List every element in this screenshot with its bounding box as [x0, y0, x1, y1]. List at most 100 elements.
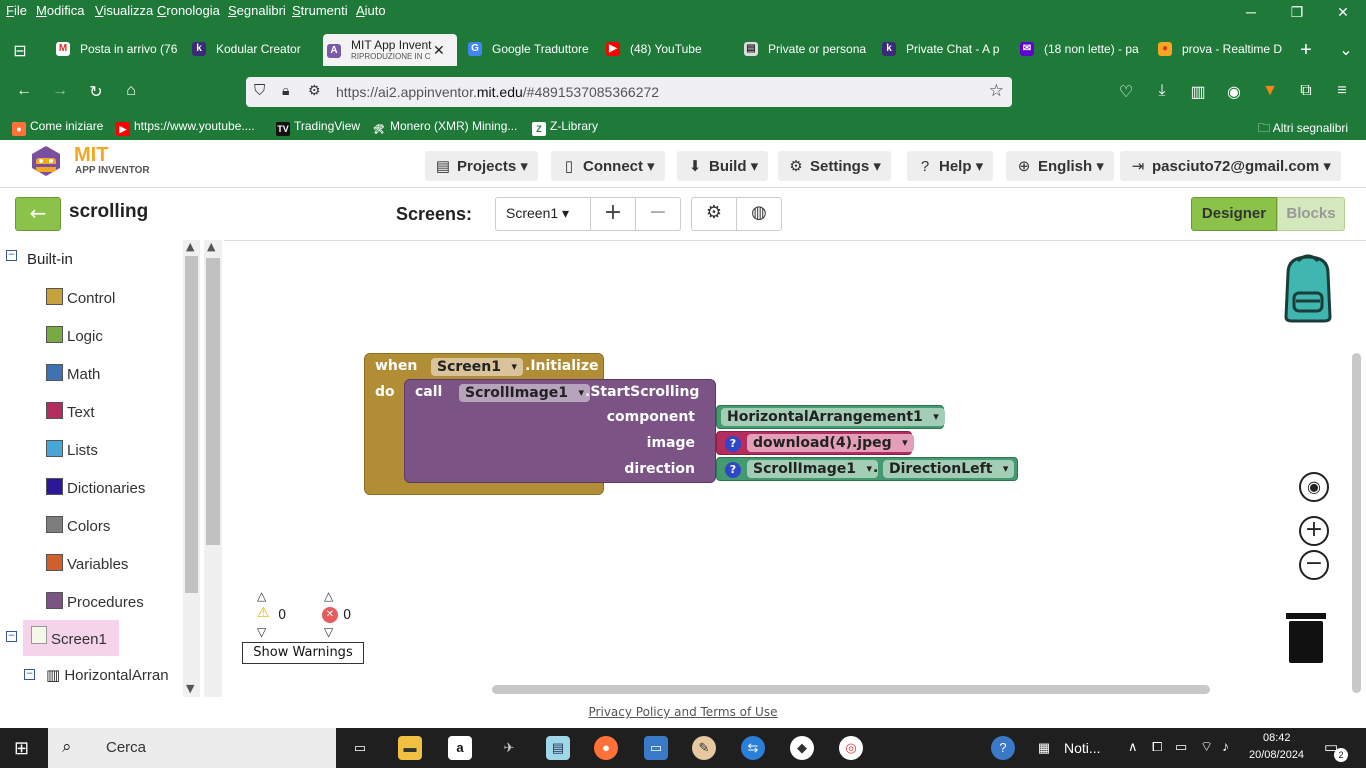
tab-private-chat[interactable]: k Private Chat - A p	[878, 34, 1006, 66]
tree-item-screen1[interactable]: Screen1	[23, 620, 119, 656]
app-inventor-logo[interactable]	[24, 142, 70, 182]
palette-scroll-thumb[interactable]	[185, 256, 198, 593]
settings-menu-button[interactable]: ⚙ Settings ▾	[778, 151, 891, 181]
blocks-button[interactable]: Blocks	[1277, 197, 1345, 231]
file-explorer-icon[interactable]: ▬	[398, 736, 422, 760]
zoom-in-icon[interactable]: +	[1299, 516, 1329, 546]
build-menu-button[interactable]: ⬇ Build ▾	[677, 151, 769, 181]
amazon-icon[interactable]: a	[448, 736, 472, 760]
chevron-up-icon[interactable]: ∧	[1128, 739, 1138, 755]
tree-item-horizontalarrangement[interactable]: ▥ HorizontalArran	[46, 666, 184, 690]
component-value-dropdown[interactable]: HorizontalArrangement1	[721, 408, 945, 426]
bookmark-item[interactable]: ● Come iniziare	[12, 119, 103, 136]
trash-icon[interactable]	[1286, 609, 1326, 663]
reader-icon[interactable]: ▥	[1188, 82, 1208, 102]
device-icon[interactable]: ⧠	[1152, 739, 1162, 755]
next-error-icon[interactable]: ▽	[324, 625, 333, 639]
designer-button[interactable]: Designer	[1191, 197, 1277, 231]
menu-strumenti[interactable]: Strumenti	[292, 3, 348, 18]
back-to-projects-button[interactable]: ←	[15, 197, 61, 231]
windows-start-icon[interactable]: ⊞	[14, 738, 29, 759]
tab-mail[interactable]: ✉ (18 non lette) - pa	[1016, 34, 1144, 66]
pocket-icon[interactable]: ♡	[1116, 82, 1136, 102]
outer-scrollbar[interactable]: ▲	[204, 240, 222, 697]
permissions-icon[interactable]: ⚙	[308, 82, 321, 99]
image-value-dropdown[interactable]: download(4).jpeg	[747, 434, 914, 452]
workspace-vertical-scrollbar[interactable]	[1352, 353, 1361, 693]
zoom-out-icon[interactable]: −	[1299, 550, 1329, 580]
direction-value-block[interactable]: ? ScrollImage1 . DirectionLeft	[716, 457, 1018, 481]
notepad-icon[interactable]: ▤	[546, 736, 570, 760]
collapse-icon[interactable]: −	[6, 250, 17, 261]
show-warnings-button[interactable]: Show Warnings	[242, 642, 364, 664]
clock-date[interactable]: 20/08/2024	[1249, 749, 1304, 761]
remove-screen-button[interactable]: −	[635, 197, 681, 231]
prev-warning-icon[interactable]: △	[257, 589, 266, 603]
news-icon[interactable]: ▦	[1032, 736, 1056, 760]
collapse-icon[interactable]: −	[6, 631, 17, 642]
battery-icon[interactable]: ▭	[1175, 739, 1187, 755]
task-view-icon[interactable]: ▭	[348, 736, 372, 760]
tab-firebase[interactable]: ● prova - Realtime D	[1154, 34, 1282, 66]
menu-visualizza[interactable]: Visualizza	[95, 3, 153, 18]
menu-cronologia[interactable]: Cronologia	[157, 3, 220, 18]
hamburger-menu-icon[interactable]: ≡	[1332, 82, 1352, 100]
language-menu-button[interactable]: ⊕ English ▾	[1006, 151, 1114, 181]
tab-gmail[interactable]: M Posta in arrivo (76	[52, 34, 182, 66]
menu-modifica[interactable]: Modifica	[36, 3, 84, 18]
event-component-dropdown[interactable]: Screen1	[431, 358, 523, 376]
add-screen-button[interactable]: +	[590, 197, 636, 231]
bookmark-item[interactable]: TV TradingView	[276, 119, 360, 136]
shield-icon[interactable]: ⛉	[254, 82, 265, 99]
new-tab-icon[interactable]: +	[1296, 39, 1316, 62]
account-icon[interactable]: ◉	[1224, 82, 1244, 102]
scroll-up-icon[interactable]: ▲	[186, 240, 194, 253]
bookmark-star-icon[interactable]: ☆	[989, 81, 1004, 101]
reload-icon[interactable]: ↻	[86, 82, 106, 102]
minimize-icon[interactable]: ─	[1236, 4, 1266, 24]
collapse-icon[interactable]: −	[24, 669, 35, 680]
screen-selector[interactable]: Screen1 ▾	[495, 197, 591, 231]
scroll-up-icon[interactable]: ▲	[207, 240, 215, 253]
bookmark-item[interactable]: Z Z-Library	[532, 119, 598, 136]
blocks-workspace[interactable]: when Screen1 .Initialize do call ScrollI…	[224, 240, 1366, 697]
menu-segnalibri[interactable]: Segnalibri	[228, 3, 286, 18]
connect-menu-button[interactable]: ▯ Connect ▾	[551, 151, 665, 181]
app-icon[interactable]: ✈	[497, 736, 521, 760]
scroll-down-icon[interactable]: ▼	[186, 682, 194, 695]
menu-file[interactable]: File	[6, 3, 27, 18]
wifi-icon[interactable]: ⌔	[1200, 738, 1213, 756]
help-question-icon[interactable]: ?	[725, 462, 741, 478]
close-tab-icon[interactable]: ✕	[433, 42, 445, 59]
computer-icon[interactable]: ▭	[644, 736, 668, 760]
metamask-icon[interactable]: ▼	[1260, 82, 1280, 100]
next-warning-icon[interactable]: ▽	[257, 625, 266, 639]
help-menu-button[interactable]: ? Help ▾	[907, 151, 994, 181]
extensions-icon[interactable]: ⧉	[1296, 82, 1316, 100]
tab-google-translate[interactable]: G Google Traduttore	[464, 34, 594, 66]
lock-icon[interactable]: 🔒︎	[282, 82, 289, 99]
bookmark-item[interactable]: ▶ https://www.youtube....	[116, 119, 255, 136]
home-icon[interactable]: ⌂	[121, 82, 141, 100]
component-value-block[interactable]: HorizontalArrangement1	[716, 405, 945, 429]
close-window-icon[interactable]: ✕	[1328, 4, 1358, 24]
menu-aiuto[interactable]: Aiuto	[356, 3, 386, 18]
other-bookmarks[interactable]: 🗀 Altri segnalibri	[1258, 119, 1348, 140]
tab-list-icon[interactable]: ⊟	[10, 41, 30, 61]
help-question-icon[interactable]: ?	[725, 436, 741, 452]
backpack-icon[interactable]	[1274, 253, 1342, 323]
method-block-start-scrolling[interactable]: call ScrollImage1 .StartScrolling compon…	[404, 379, 716, 483]
direction-property-dropdown[interactable]: DirectionLeft	[883, 460, 1015, 478]
brave-icon[interactable]: ◆	[790, 736, 814, 760]
firefox-icon[interactable]: ●	[594, 736, 618, 760]
privacy-policy-link[interactable]: Privacy Policy and Terms of Use	[589, 705, 778, 719]
account-menu-button[interactable]: ⇥ pasciuto72@gmail.com ▾	[1120, 151, 1341, 181]
paint-icon[interactable]: ✎	[692, 736, 716, 760]
download-icon[interactable]: ⤓	[1152, 82, 1172, 100]
workspace-horizontal-scrollbar[interactable]	[492, 685, 1210, 694]
projects-menu-button[interactable]: ▤ Projects ▾	[425, 151, 538, 181]
clock-time[interactable]: 08:42	[1263, 732, 1291, 744]
globe-icon[interactable]: ◍	[736, 197, 782, 231]
palette-scrollbar[interactable]: ▲ ▼	[183, 240, 200, 697]
project-properties-icon[interactable]: ⚙	[691, 197, 737, 231]
